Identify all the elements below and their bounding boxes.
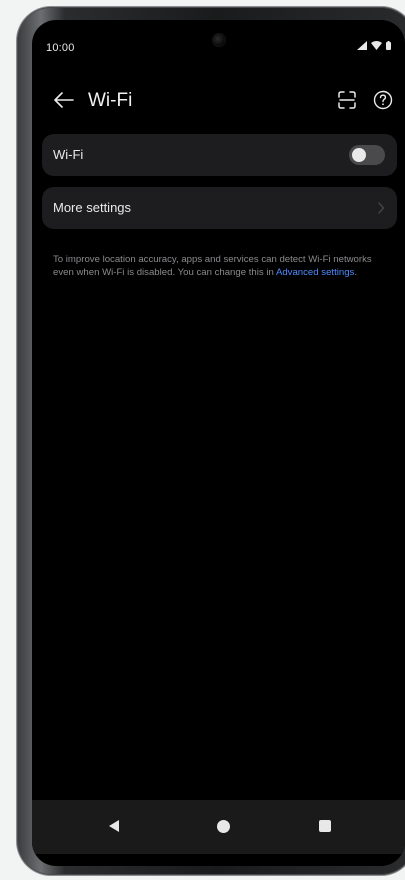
page-title: Wi-Fi	[88, 90, 133, 111]
qr-scan-icon	[337, 90, 357, 115]
more-settings-label: More settings	[53, 200, 132, 215]
battery-icon	[386, 41, 391, 50]
nav-back-button[interactable]	[108, 819, 120, 838]
info-suffix: .	[354, 266, 358, 278]
back-button[interactable]	[50, 88, 78, 116]
wifi-toggle-switch[interactable]	[349, 145, 385, 165]
navigation-bar	[32, 800, 405, 854]
status-bar: 10:00	[32, 20, 405, 72]
app-bar: Wi-Fi	[32, 82, 405, 122]
advanced-settings-link[interactable]: Advanced settings	[276, 267, 354, 278]
triangle-back-icon	[109, 820, 119, 832]
help-button[interactable]	[369, 88, 397, 116]
scan-qr-button[interactable]	[333, 88, 361, 116]
cellular-signal-icon	[357, 41, 367, 50]
phone-screen: 10:00 Wi-Fi Wi-Fi More settings To impro…	[32, 20, 405, 866]
wifi-toggle-row[interactable]: Wi-Fi	[42, 134, 397, 176]
location-info-text: To improve location accuracy, apps and s…	[53, 254, 389, 279]
front-camera	[213, 34, 225, 46]
toggle-knob	[352, 148, 366, 162]
wifi-label: Wi-Fi	[53, 147, 84, 162]
chevron-right-icon	[377, 201, 385, 219]
arrow-left-icon	[54, 91, 74, 113]
more-settings-row[interactable]: More settings	[42, 187, 397, 229]
nav-recents-button[interactable]	[319, 820, 331, 832]
wifi-signal-icon	[371, 41, 382, 50]
status-icons	[357, 41, 391, 50]
nav-home-button[interactable]	[217, 820, 230, 833]
status-time: 10:00	[46, 42, 75, 54]
help-circle-icon	[373, 90, 393, 115]
